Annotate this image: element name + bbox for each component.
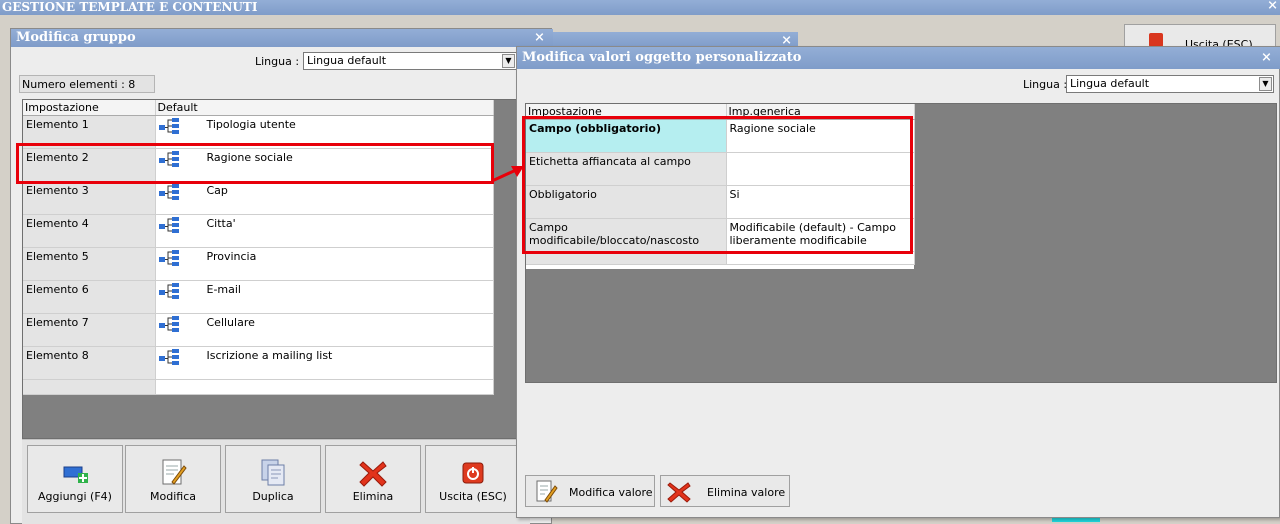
row-value: Cellulare — [206, 316, 255, 329]
table-row[interactable]: Elemento 8 Iscrizione a mailing list — [23, 346, 494, 380]
tree-structure-icon — [158, 184, 181, 200]
app-title-bar: GESTIONE TEMPLATE E CONTENUTI × — [0, 0, 1280, 15]
edit-document-icon — [534, 480, 558, 507]
delete-button[interactable]: Elimina — [325, 445, 421, 513]
group-window-close-button[interactable]: × — [534, 29, 545, 47]
row-value: Provincia — [206, 250, 257, 263]
row-setting-empty — [23, 379, 156, 395]
row-setting: Elemento 7 — [23, 313, 156, 347]
highlight-box-properties — [522, 116, 913, 254]
row-value-cell: Provincia — [155, 247, 494, 281]
group-window: Modifica gruppo × Lingua : Lingua defaul… — [10, 28, 553, 524]
edit-value-label: Modifica valore — [569, 486, 653, 499]
highlight-box-row — [16, 143, 494, 184]
row-value-cell: Iscrizione a mailing list — [155, 346, 494, 380]
table-row[interactable]: Elemento 6 E-mail — [23, 280, 494, 314]
row-setting: Elemento 3 — [23, 181, 156, 215]
table-row-empty — [23, 379, 494, 395]
add-button-label: Aggiungi (F4) — [38, 490, 112, 503]
row-value-cell: Citta' — [155, 214, 494, 248]
group-language-label: Lingua : — [255, 55, 300, 68]
table-row[interactable]: Elemento 7 Cellulare — [23, 313, 494, 347]
group-language-value: Lingua default — [307, 54, 387, 67]
row-value: E-mail — [206, 283, 242, 296]
tree-structure-icon — [158, 118, 181, 134]
row-value-empty — [155, 379, 494, 395]
exit-button-label: Uscita (ESC) — [439, 490, 507, 503]
column-header-setting[interactable]: Impostazione — [23, 100, 156, 116]
row-setting: Elemento 5 — [23, 247, 156, 281]
table-row[interactable]: Elemento 4 Citta' — [23, 214, 494, 248]
table-row[interactable]: Elemento 3 Cap — [23, 181, 494, 215]
object-language-value: Lingua default — [1070, 77, 1150, 90]
table-row[interactable]: Elemento 5 Provincia — [23, 247, 494, 281]
object-window-title: Modifica valori oggetto personalizzato — [522, 50, 802, 65]
add-button[interactable]: Aggiungi (F4) — [27, 445, 123, 513]
row-setting: Elemento 6 — [23, 280, 156, 314]
delete-button-label: Elimina — [352, 490, 394, 503]
group-window-title-bar: Modifica gruppo × — [11, 29, 553, 47]
group-window-title: Modifica gruppo — [16, 30, 136, 45]
object-language-label: Lingua : — [1023, 78, 1068, 91]
object-language-select[interactable]: Lingua default ▼ — [1066, 75, 1274, 93]
duplicate-icon — [258, 458, 288, 488]
tree-structure-icon — [158, 283, 181, 299]
row-setting: Elemento 4 — [23, 214, 156, 248]
edit-button[interactable]: Modifica — [125, 445, 221, 513]
duplicate-button[interactable]: Duplica — [225, 445, 321, 513]
edit-button-label: Modifica — [150, 490, 196, 503]
row-value: Tipologia utente — [206, 118, 296, 131]
row-value-cell: E-mail — [155, 280, 494, 314]
power-icon — [458, 458, 488, 488]
chevron-down-icon[interactable]: ▼ — [502, 54, 515, 68]
duplicate-button-label: Duplica — [252, 490, 294, 503]
tree-structure-icon — [158, 217, 181, 233]
group-language-select[interactable]: Lingua default ▼ — [303, 52, 517, 70]
edit-document-icon — [158, 458, 188, 488]
delete-value-button[interactable]: Elimina valore — [660, 475, 790, 507]
row-value-cell: Cellulare — [155, 313, 494, 347]
element-count: Numero elementi : 8 — [19, 75, 155, 93]
row-value-cell: Cap — [155, 181, 494, 215]
tree-structure-icon — [158, 349, 181, 365]
tree-structure-icon — [158, 250, 181, 266]
row-value: Citta' — [206, 217, 236, 230]
add-screen-icon — [60, 458, 90, 488]
tree-structure-icon — [158, 316, 181, 332]
app-close-button[interactable]: × — [1267, 0, 1278, 13]
app-title: GESTIONE TEMPLATE E CONTENUTI — [2, 0, 258, 14]
row-value: Cap — [206, 184, 228, 197]
delete-x-icon — [358, 458, 388, 488]
highlight-arrow — [491, 166, 524, 183]
object-window-title-bar: Modifica valori oggetto personalizzato × — [517, 47, 1280, 69]
edit-value-button[interactable]: Modifica valore — [525, 475, 655, 507]
row-setting: Elemento 8 — [23, 346, 156, 380]
chevron-down-icon[interactable]: ▼ — [1259, 77, 1272, 91]
power-icon — [1149, 33, 1163, 47]
object-window-close-button[interactable]: × — [1261, 47, 1272, 69]
delete-x-icon — [667, 480, 691, 507]
group-table-header: Impostazione Default — [23, 100, 494, 116]
exit-button[interactable]: Uscita (ESC) — [425, 445, 521, 513]
column-header-default[interactable]: Default — [155, 100, 494, 116]
delete-value-label: Elimina valore — [707, 486, 786, 499]
row-value: Iscrizione a mailing list — [206, 349, 333, 362]
